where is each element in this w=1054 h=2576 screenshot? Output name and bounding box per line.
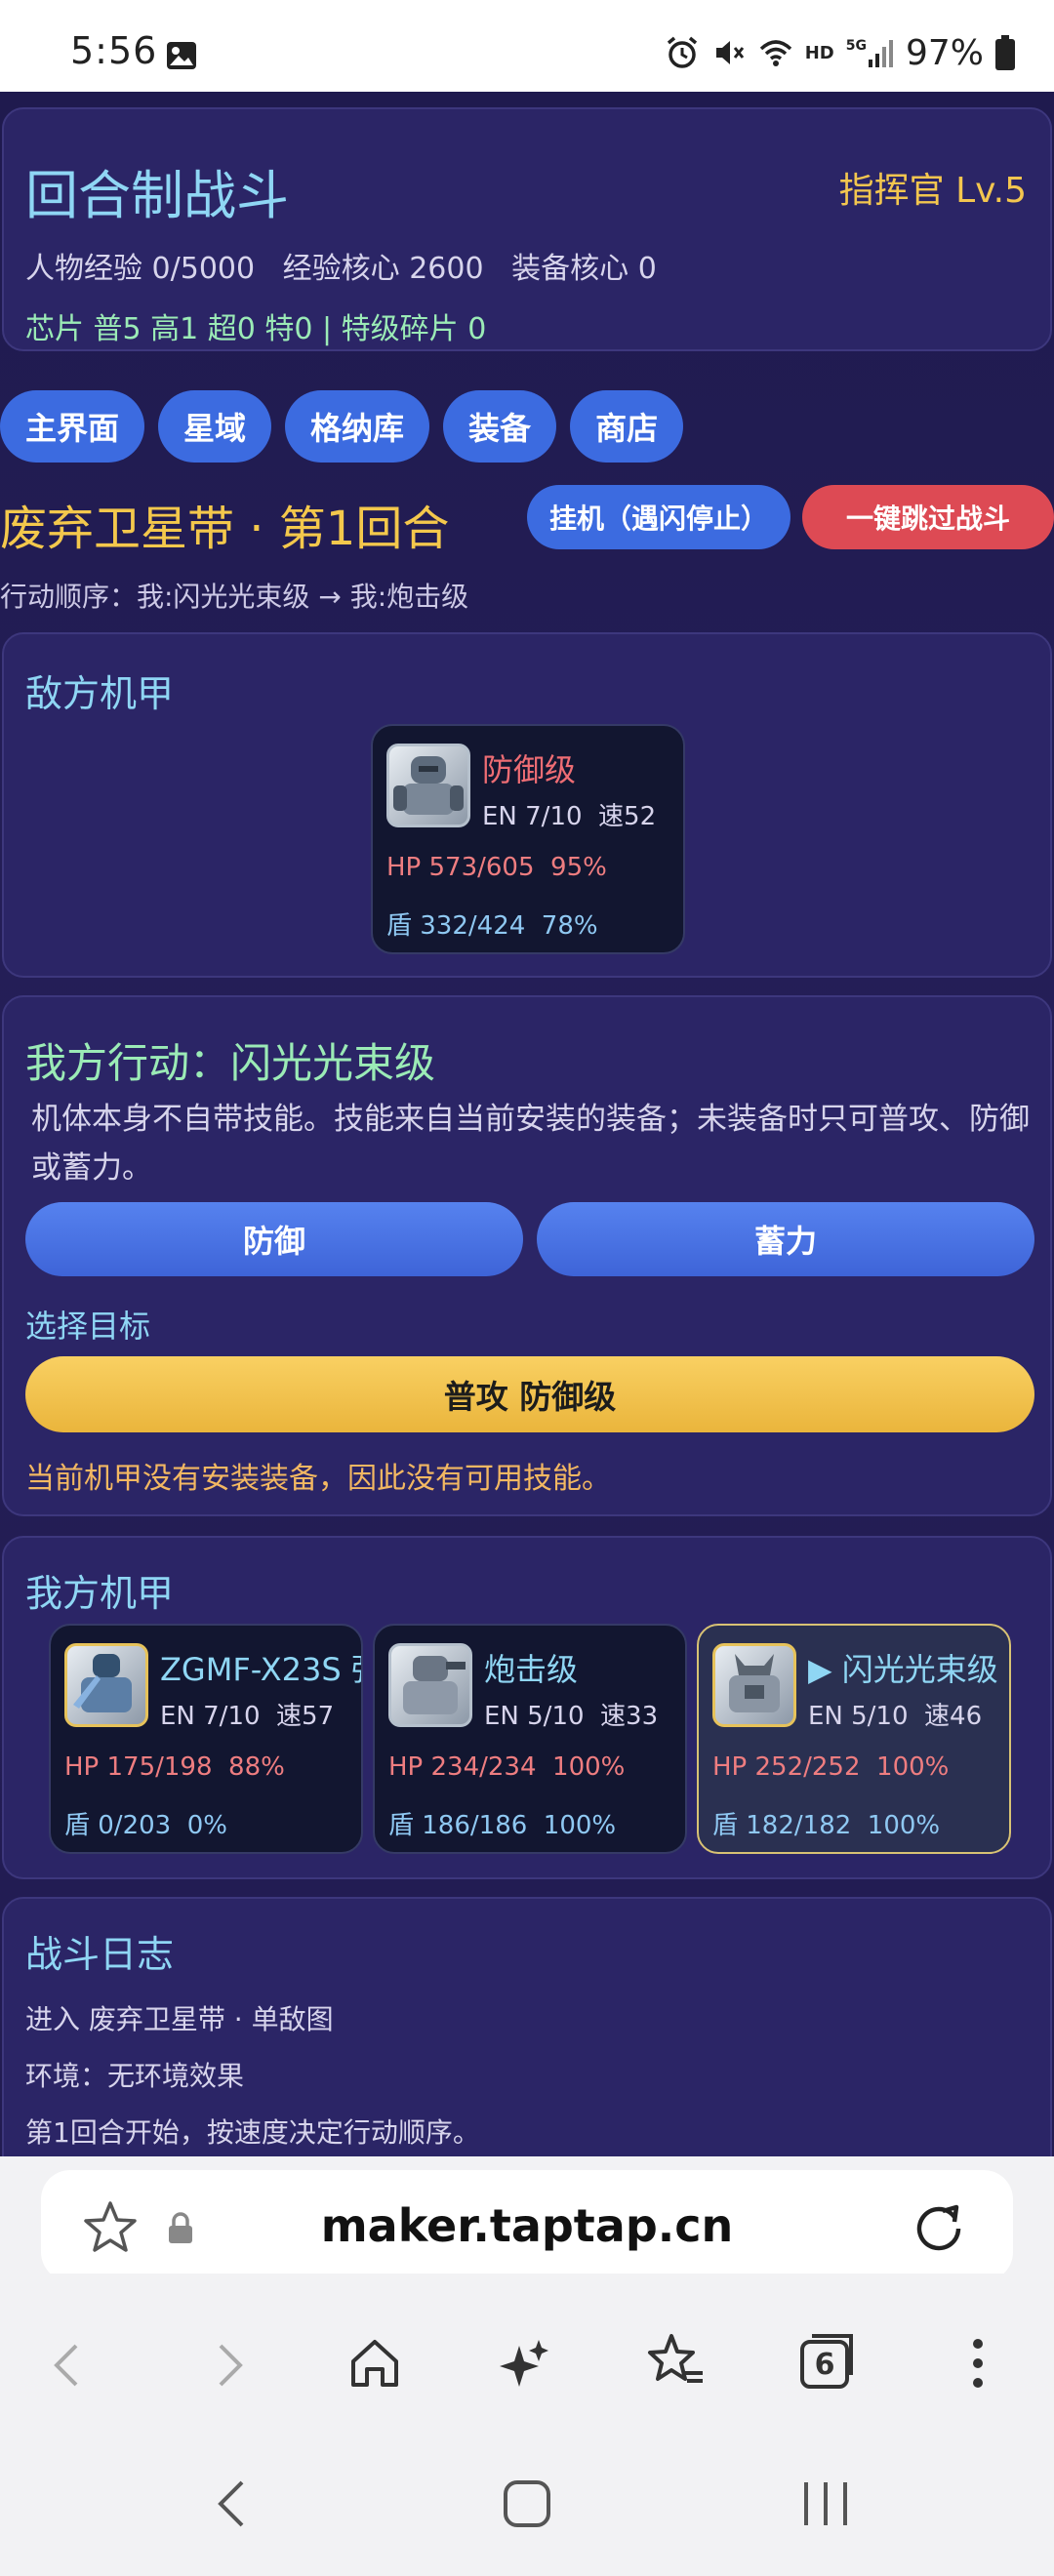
signal-icon — [868, 40, 893, 67]
battle-log-title: 战斗日志 — [25, 1933, 175, 1976]
enemy-panel: 敌方机甲 防御级 EN 7/10 速52 HP 573/605 95% 盾 33… — [2, 632, 1052, 978]
log-line: 进入 废弃卫星带 · 单敌图 — [25, 2003, 334, 2035]
log-line: 第1回合开始，按速度决定行动顺序。 — [25, 2116, 480, 2149]
ally-mech-card[interactable]: ZGMF-X23S 强袭 EN 7/10 速57 HP 175/198 88% … — [49, 1624, 363, 1854]
commander-level: 指挥官 Lv.5 — [838, 171, 1027, 211]
home-icon[interactable] — [344, 2332, 406, 2395]
url-bar[interactable]: maker.taptap.cn — [41, 2170, 1013, 2281]
mech-name: 炮击级 — [484, 1651, 579, 1688]
mech-avatar — [388, 1643, 472, 1727]
mech-shield: 盾 186/186 100% — [388, 1811, 617, 1840]
stage-title: 废弃卫星带 · 第1回合 — [0, 502, 450, 556]
network-type: 5G — [845, 38, 867, 54]
battery-icon — [995, 35, 1015, 70]
robot-icon — [729, 1654, 780, 1712]
exp-line: 人物经验 0/5000 经验核心 2600 装备核心 0 — [25, 252, 657, 286]
mech-hp: HP 175/198 88% — [64, 1752, 285, 1782]
header-panel: 回合制战斗 指挥官 Lv.5 人物经验 0/5000 经验核心 2600 装备核… — [2, 107, 1052, 351]
bookmarks-icon[interactable] — [644, 2330, 707, 2393]
log-line: 环境：无环境效果 — [25, 2060, 245, 2092]
robot-icon — [73, 1654, 132, 1712]
browser-toolbar: 6 — [0, 2274, 1054, 2576]
action-description: 机体本身不自带技能。技能来自当前安装的装备；未装备时只可普攻、防御或蓄力。 — [31, 1102, 1030, 1186]
nav-starfield-button[interactable]: 星域 — [158, 390, 272, 463]
game-area: 回合制战斗 指挥官 Lv.5 人物经验 0/5000 经验核心 2600 装备核… — [0, 92, 1054, 2156]
robot-icon — [393, 756, 464, 815]
page-title: 回合制战斗 — [25, 165, 289, 226]
battle-log-panel: 战斗日志 进入 废弃卫星带 · 单敌图 环境：无环境效果 第1回合开始，按速度决… — [2, 1897, 1052, 2156]
ally-mech-card-active[interactable]: ▶ 闪光光束级 EN 5/10 速46 HP 252/252 100% 盾 18… — [697, 1624, 1011, 1854]
more-menu-icon[interactable] — [947, 2332, 1009, 2395]
browser-url-area: maker.taptap.cn — [0, 2156, 1054, 2281]
nav-hangar-button[interactable]: 格纳库 — [285, 390, 430, 463]
main-nav: 主界面 星域 格纳库 装备 商店 — [0, 390, 684, 463]
tab-count: 6 — [814, 2347, 835, 2382]
mech-name: 防御级 — [482, 751, 577, 788]
wifi-icon — [759, 40, 791, 66]
url-text[interactable]: maker.taptap.cn — [41, 2199, 1013, 2252]
ally-mech-card[interactable]: 炮击级 EN 5/10 速33 HP 234/234 100% 盾 186/18… — [373, 1624, 687, 1854]
nav-equipment-button[interactable]: 装备 — [443, 390, 557, 463]
forward-icon[interactable] — [195, 2334, 258, 2396]
action-panel: 我方行动：闪光光束级 机体本身不自带技能。技能来自当前安装的装备；未装备时只可普… — [2, 995, 1052, 1516]
mech-hp: HP 573/605 95% — [386, 853, 607, 882]
battery-percent: 97% — [905, 32, 984, 73]
mech-avatar — [64, 1643, 148, 1727]
system-back-icon[interactable] — [205, 2475, 264, 2533]
mech-name: ▶ 闪光光束级 — [808, 1651, 998, 1688]
ally-panel: 我方机甲 ZGMF-X23S 强袭 EN 7/10 速57 HP 175/198… — [2, 1536, 1052, 1879]
chip-line: 芯片 普5 高1 超0 特0 | 特级碎片 0 — [25, 312, 487, 346]
status-time: 5:56 — [70, 29, 158, 72]
mech-shield: 盾 0/203 0% — [64, 1811, 227, 1840]
status-bar: 5:56 HD 5G 97% — [0, 0, 1054, 92]
alarm-icon — [667, 36, 697, 68]
action-title: 我方行动：闪光光束级 — [25, 1039, 436, 1087]
no-skill-warning: 当前机甲没有安装装备，因此没有可用技能。 — [25, 1462, 611, 1496]
charge-button[interactable]: 蓄力 — [537, 1202, 1034, 1276]
hd-indicator: HD — [804, 42, 834, 63]
enemy-mech-card[interactable]: 防御级 EN 7/10 速52 HP 573/605 95% 盾 332/424… — [371, 724, 685, 954]
mech-shield: 盾 182/182 100% — [712, 1811, 941, 1840]
defend-button[interactable]: 防御 — [25, 1202, 523, 1276]
skip-battle-button[interactable]: 一键跳过战斗 — [802, 485, 1054, 549]
gallery-icon — [167, 42, 196, 69]
mech-name: ZGMF-X23S 强袭 — [160, 1651, 361, 1688]
mech-shield: 盾 332/424 78% — [386, 911, 598, 941]
mech-stat: EN 5/10 速46 — [808, 1702, 983, 1731]
nav-shop-button[interactable]: 商店 — [570, 390, 684, 463]
mech-avatar — [712, 1643, 796, 1727]
nav-main-button[interactable]: 主界面 — [0, 390, 145, 463]
attack-target-button[interactable]: 普攻 防御级 — [25, 1356, 1034, 1432]
auto-battle-button[interactable]: 挂机（遇闪停止） — [527, 485, 790, 549]
action-order: 行动顺序：我:闪光光束级 → 我:炮击级 — [0, 581, 469, 613]
mech-hp: HP 234/234 100% — [388, 1752, 626, 1782]
ally-section-title: 我方机甲 — [25, 1572, 175, 1615]
robot-icon — [403, 1656, 466, 1714]
ai-sparkle-icon[interactable] — [494, 2332, 556, 2395]
enemy-section-title: 敌方机甲 — [25, 672, 175, 715]
back-icon[interactable] — [39, 2334, 101, 2396]
mech-stat: EN 7/10 速57 — [160, 1702, 335, 1731]
mech-avatar — [386, 744, 470, 827]
system-recents-icon[interactable] — [796, 2475, 855, 2533]
tabs-icon[interactable]: 6 — [794, 2332, 857, 2395]
mech-stat: EN 5/10 速33 — [484, 1702, 659, 1731]
reload-icon[interactable] — [910, 2197, 968, 2256]
system-home-icon[interactable] — [498, 2475, 556, 2533]
select-target-label: 选择目标 — [25, 1308, 151, 1345]
mech-hp: HP 252/252 100% — [712, 1752, 950, 1782]
mute-icon — [715, 41, 744, 64]
mech-stat: EN 7/10 速52 — [482, 802, 657, 831]
